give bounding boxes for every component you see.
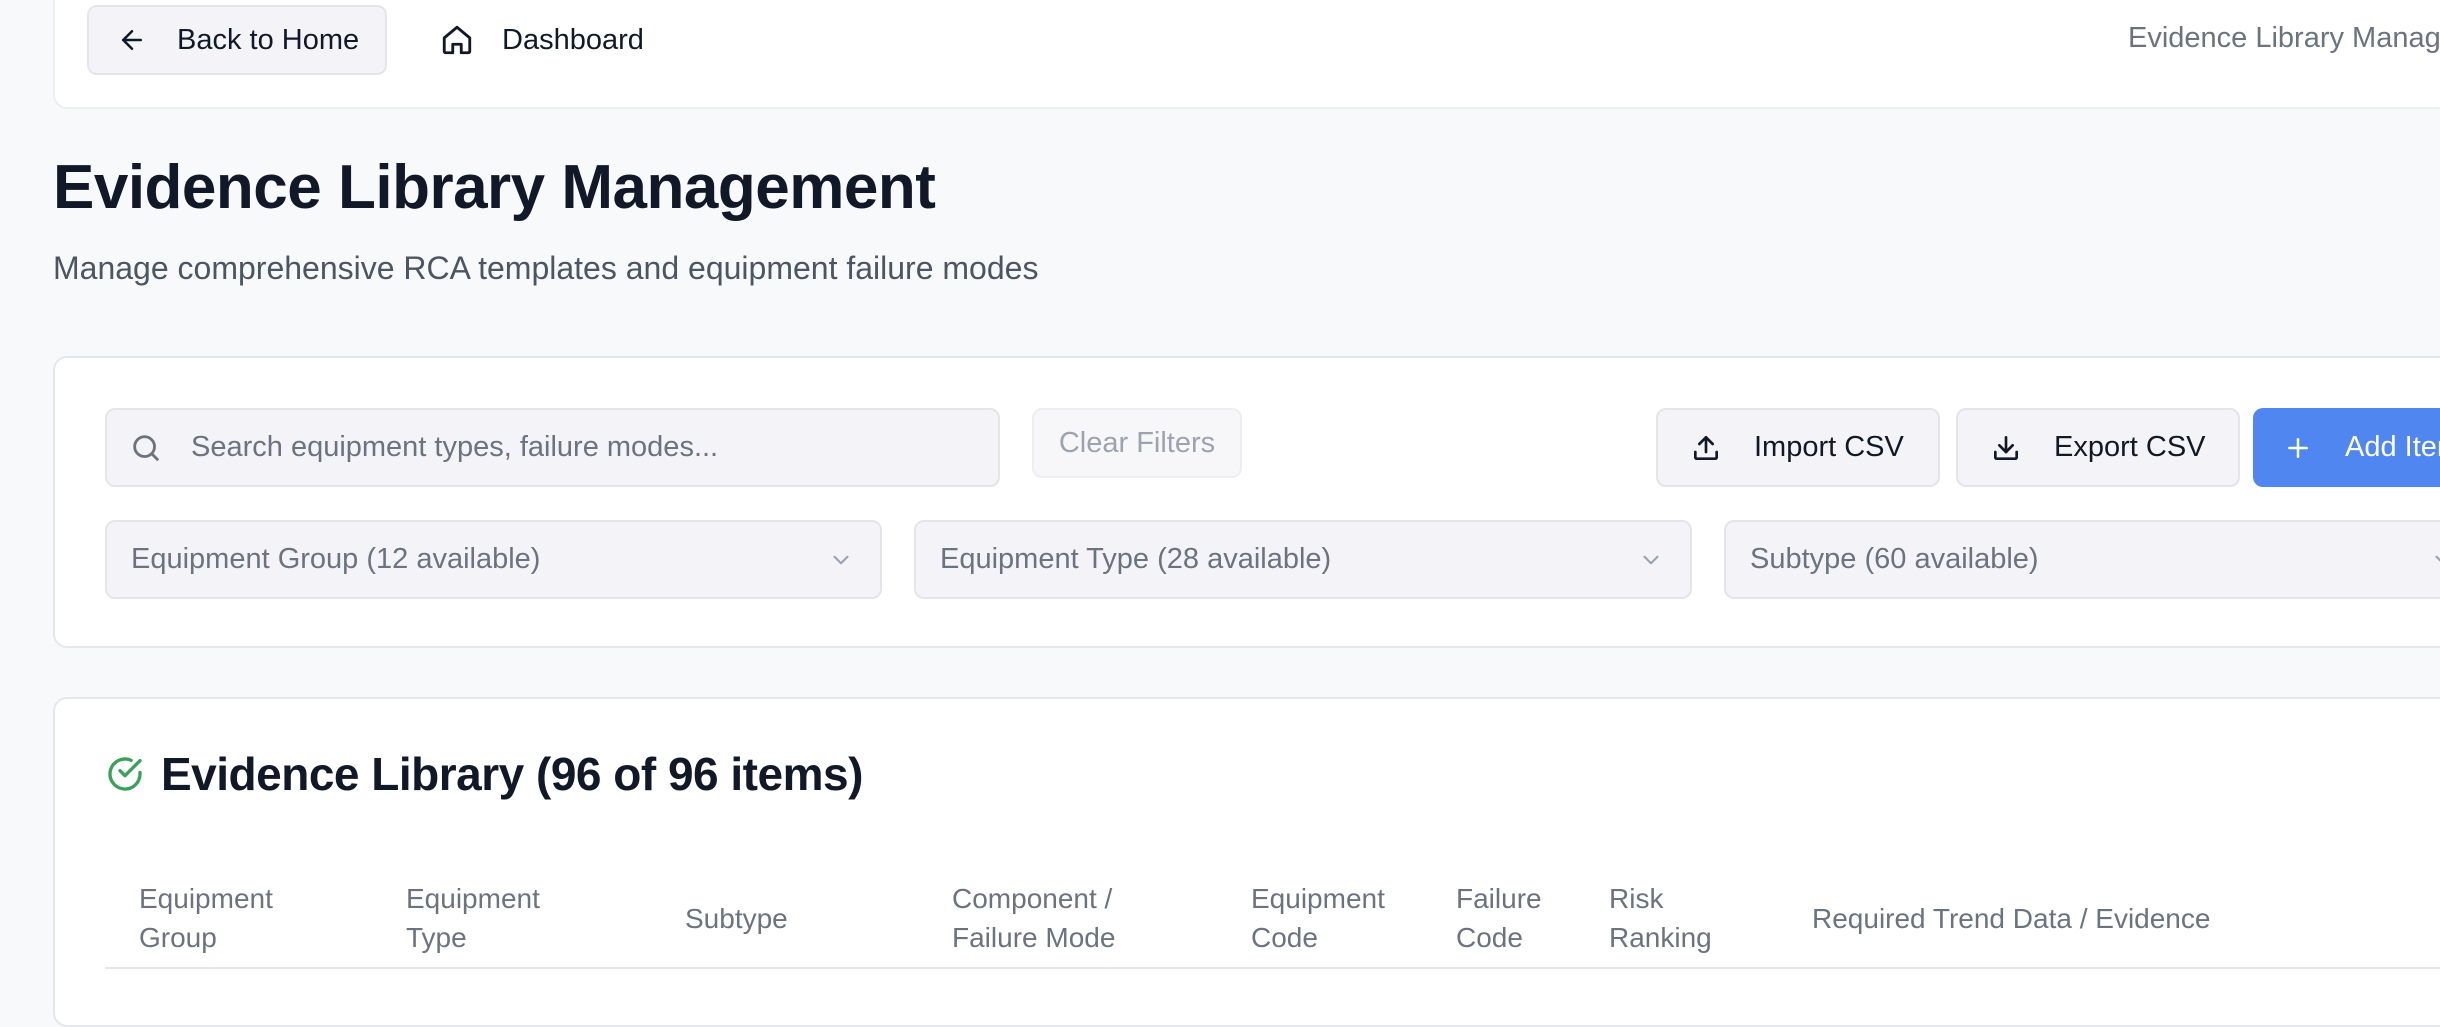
import-csv-button[interactable]: Import CSV [1656,408,1940,487]
table-header-row: Equipment Group Equipment Type Subtype C… [105,869,2440,969]
back-to-home-button[interactable]: Back to Home [87,5,387,75]
column-header-subtype[interactable]: Subtype [685,869,788,967]
equipment-group-select[interactable]: Equipment Group (12 available) [105,520,882,599]
clear-filters-button[interactable]: Clear Filters [1032,408,1242,478]
subtype-value: Subtype (60 available) [1750,543,2039,575]
check-circle-icon [108,757,142,791]
export-csv-label: Export CSV [2054,431,2206,463]
chevron-down-icon [1643,555,1659,564]
chevron-down-icon [2435,555,2440,562]
library-heading: Evidence Library (96 of 96 items) [105,747,863,801]
column-header-failure-code[interactable]: Failure Code [1456,869,1542,967]
column-header-equipment-type[interactable]: Equipment Type [406,869,540,967]
column-header-risk-ranking[interactable]: Risk Ranking [1609,869,1712,967]
dashboard-link[interactable]: Dashboard [440,5,644,75]
add-item-button[interactable]: Add Item [2253,408,2440,487]
home-icon [442,25,472,55]
equipment-type-value: Equipment Type (28 available) [940,543,1332,575]
top-navigation-bar: Back to Home Dashboard Evidence Library … [53,0,2440,109]
subtype-select[interactable]: Subtype (60 available) [1724,520,2440,599]
chevron-down-icon [833,555,849,564]
equipment-type-select[interactable]: Equipment Type (28 available) [914,520,1692,599]
current-page-label: Evidence Library Management [2128,22,2440,54]
export-csv-button[interactable]: Export CSV [1956,408,2240,487]
upload-icon [1694,435,1718,460]
column-header-equipment-group[interactable]: Equipment Group [139,869,273,967]
filter-card: Clear Filters Import CSV Export CSV Add … [53,356,2440,648]
equipment-group-value: Equipment Group (12 available) [131,543,541,575]
dashboard-label: Dashboard [502,23,644,56]
search-icon [133,434,159,461]
page-subtitle: Manage comprehensive RCA templates and e… [53,250,1039,286]
search-box[interactable] [105,408,1000,487]
page-title: Evidence Library Management [53,153,936,222]
back-to-home-label: Back to Home [177,23,360,56]
column-header-failure-mode[interactable]: Component / Failure Mode [952,869,1115,967]
download-icon [1994,435,2018,460]
column-header-required-evidence[interactable]: Required Trend Data / Evidence [1812,869,2210,967]
evidence-library-card: Evidence Library (96 of 96 items) Equipm… [53,697,2440,1027]
add-item-label: Add Item [2345,431,2440,463]
search-input[interactable] [189,430,969,465]
plus-icon [2288,437,2308,458]
arrow-left-icon [122,30,142,50]
import-csv-label: Import CSV [1754,431,1904,463]
column-header-equipment-code[interactable]: Equipment Code [1251,869,1385,967]
library-title: Evidence Library (96 of 96 items) [161,748,863,800]
